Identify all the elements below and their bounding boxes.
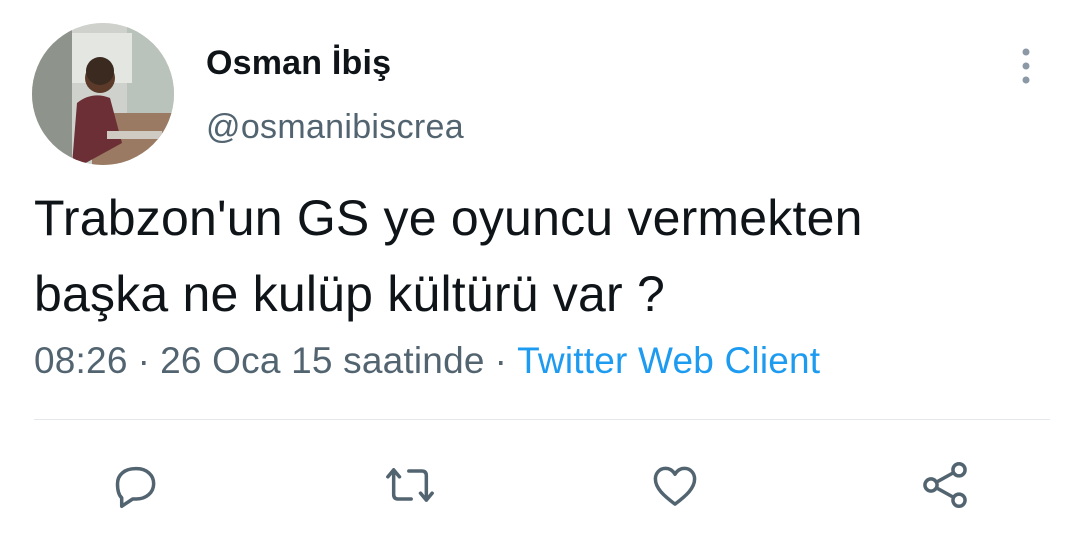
retweet-button[interactable] (380, 455, 440, 515)
share-icon (923, 462, 967, 508)
author-display-name[interactable]: Osman İbiş (206, 44, 391, 83)
more-vertical-icon[interactable] (1010, 46, 1042, 86)
share-button[interactable] (915, 455, 975, 515)
avatar-photo (32, 23, 174, 165)
reply-button[interactable] (105, 455, 165, 515)
tweet-time[interactable]: 08:26 (34, 340, 128, 381)
retweet-icon (386, 468, 434, 502)
tweet-text: Trabzon'un GS ye oyuncu vermekten başka … (34, 180, 1044, 332)
tweet-text-line: başka ne kulüp kültürü var ? (34, 266, 665, 322)
avatar[interactable] (32, 23, 174, 165)
divider (34, 419, 1050, 420)
tweet-meta: 08:26 · 26 Oca 15 saatinde · Twitter Web Cli… (34, 340, 820, 382)
meta-separator: · (494, 340, 508, 381)
tweet-source-link[interactable]: Twitter Web Client (517, 340, 820, 381)
like-button[interactable] (645, 455, 705, 515)
tweet-date[interactable]: 26 Oca 15 saatinde (160, 340, 485, 381)
heart-icon (653, 466, 697, 506)
tweet-text-line: Trabzon'un GS ye oyuncu vermekten (34, 190, 863, 246)
meta-separator: · (137, 340, 151, 381)
tweet-actions (0, 455, 1080, 519)
tweet-detail: Osman İbiş @osmanibiscrea Trabzon'un GS … (0, 0, 1080, 548)
reply-icon (115, 466, 156, 508)
author-handle[interactable]: @osmanibiscrea (206, 108, 464, 147)
